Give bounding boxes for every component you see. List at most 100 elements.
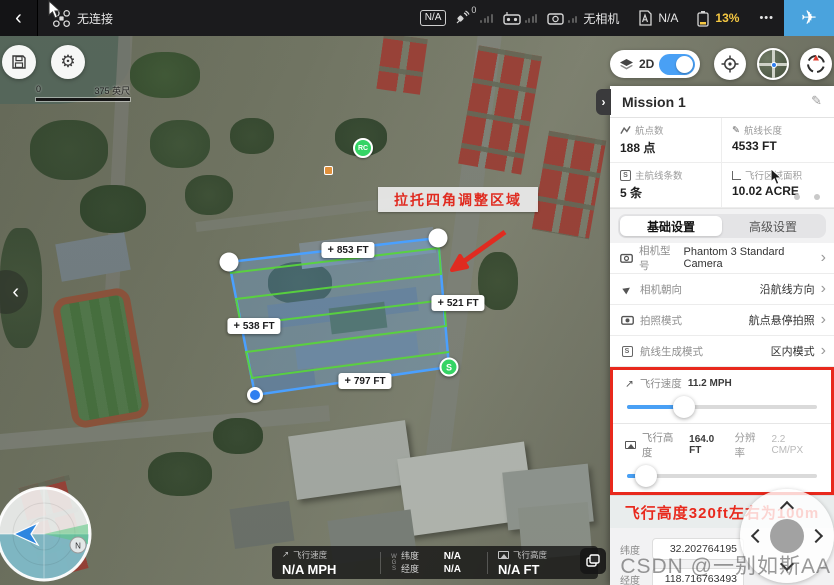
panel-collapse-tab[interactable]: › (596, 89, 611, 115)
lng-value: N/A (433, 563, 461, 576)
poi-marker (324, 166, 333, 175)
telemetry-coords: WGS 纬度 N/A 经度 N/A (381, 546, 487, 579)
save-icon (11, 54, 27, 70)
telemetry-speed: ↗ 飞行速度 N/A MPH (272, 546, 380, 579)
move-icon: + (233, 320, 239, 332)
route-start-marker[interactable]: S (440, 358, 459, 377)
stat-route-length: ✎ 航线长度 4533 FT (722, 118, 834, 163)
wgs-label: WGS (391, 554, 397, 572)
tutorial-annotation-text: 拉托四角调整区域 (394, 190, 522, 210)
remote-controller-icon (503, 11, 521, 25)
more-button[interactable]: ••• (759, 12, 774, 24)
mission-header: › Mission 1 ✎ (610, 86, 834, 118)
minimap-thumbnail-button[interactable] (757, 48, 789, 80)
map-mode-label: 2D (639, 57, 654, 71)
nudge-center-button[interactable] (770, 519, 804, 553)
camera-icon (620, 253, 633, 263)
compass-north-label: N (75, 542, 81, 551)
locate-button[interactable] (714, 48, 746, 80)
nudge-down-icon[interactable] (780, 557, 794, 571)
compass-reset-button[interactable] (800, 48, 832, 80)
move-icon: + (344, 375, 350, 387)
rc-home-marker: RC (353, 138, 373, 158)
setting-row-photo-mode[interactable]: 拍照模式 航点悬停拍照 › (610, 305, 834, 336)
camera-view-button[interactable] (580, 548, 606, 574)
edit-mission-icon[interactable]: ✎ (811, 94, 822, 109)
scale-end: 375 英尺 (94, 84, 130, 97)
nudge-up-icon[interactable] (780, 501, 794, 515)
battery-icon (696, 10, 710, 27)
speed-slider[interactable] (627, 405, 817, 409)
longitude-input[interactable] (652, 568, 744, 585)
nudge-right-icon[interactable] (809, 529, 823, 543)
polygon-corner-handle[interactable] (220, 253, 239, 272)
nudge-left-icon[interactable] (751, 529, 765, 543)
back-icon: ‹ (15, 7, 22, 30)
polygon-corner-handle[interactable] (247, 387, 263, 403)
altitude-label: 飞行高度 (513, 549, 547, 561)
altitude-slider[interactable] (627, 474, 817, 478)
latitude-label: 纬度 (620, 542, 644, 557)
compass-icon (806, 54, 826, 74)
edge-length-label-bottom[interactable]: + 797 FT (338, 373, 391, 389)
setting-row-camera-heading[interactable]: ▶ 相机朝向 沿航线方向 › (610, 274, 834, 305)
photo-mode-icon (621, 315, 634, 325)
layers-icon (586, 554, 600, 568)
mission-stats: 航点数 188 点 ✎ 航线长度 4533 FT S 主航线条数 5 条 (610, 118, 834, 209)
back-button[interactable]: ‹ (0, 0, 38, 36)
route-mode-icon: S (620, 170, 631, 181)
map-mode-pill[interactable]: 2D (610, 50, 700, 78)
altitude-icon (625, 441, 636, 449)
rc-marker-label: RC (358, 145, 368, 152)
mission-title: Mission 1 (622, 94, 686, 110)
lat-label: 纬度 (401, 550, 419, 563)
slider-knob[interactable] (673, 396, 695, 418)
satellite-icon (454, 10, 470, 26)
speed-icon: ↗ (625, 378, 634, 390)
drone-icon (52, 9, 71, 28)
move-icon: + (327, 244, 333, 256)
attitude-compass-widget[interactable]: N (0, 486, 92, 582)
nudge-dpad[interactable] (740, 489, 834, 583)
speed-label: 飞行速度 (293, 549, 327, 561)
map-2d-toggle[interactable] (659, 54, 695, 75)
route-mode-icon: S (622, 346, 633, 357)
app-root: S + 853 FT + 521 FT + 538 FT + 797 FT 拉托… (0, 0, 834, 585)
telemetry-altitude: 飞行高度 N/A FT (488, 546, 557, 579)
takeoff-button[interactable]: ✈ (784, 0, 834, 36)
lat-value: N/A (433, 550, 461, 563)
minimap-image (759, 50, 787, 78)
slider-knob[interactable] (635, 465, 657, 487)
chevron-right-icon: › (821, 281, 826, 297)
scale-bar-line (36, 98, 130, 101)
chevron-right-icon: › (821, 250, 826, 266)
tab-advanced-settings[interactable]: 高级设置 (722, 216, 824, 236)
waypoint-icon (620, 125, 631, 135)
move-icon: + (437, 297, 443, 309)
top-status-bar: ‹ 无连接 N/A 0 无相机 (0, 0, 834, 36)
mode-badge: N/A (420, 10, 447, 26)
edge-length-label-top[interactable]: + 853 FT (321, 242, 374, 258)
gear-icon: ⚙ (60, 52, 75, 72)
edge-length-label-left[interactable]: + 538 FT (227, 318, 280, 334)
tab-basic-settings[interactable]: 基础设置 (620, 216, 722, 236)
altitude-slider-group: 飞行高度 164.0 FT 分辨率 2.2 CM/PX (613, 424, 831, 492)
stat-main-lines: S 主航线条数 5 条 (610, 163, 722, 208)
edge-length-label-right[interactable]: + 521 FT (431, 295, 484, 311)
polygon-corner-handle[interactable] (429, 229, 448, 248)
flight-mode-icon (637, 10, 653, 26)
latitude-input[interactable] (652, 538, 744, 560)
chevron-right-icon: › (602, 95, 606, 109)
area-icon (732, 171, 741, 180)
map-settings-button[interactable]: ⚙ (51, 45, 85, 79)
setting-row-camera-model[interactable]: 相机型号 Phantom 3 Standard Camera › (610, 243, 834, 274)
save-mission-button[interactable] (2, 45, 36, 79)
settings-tabs: 基础设置 高级设置 (618, 214, 826, 238)
layers-icon (619, 58, 634, 71)
longitude-label: 经度 (620, 572, 644, 585)
chevron-right-icon: › (821, 343, 826, 359)
stat-area: 飞行区域面积 10.02 ACRE (722, 163, 834, 208)
stat-value: 188 点 (620, 139, 711, 156)
stat-value: 4533 FT (732, 139, 824, 153)
setting-row-route-mode[interactable]: S 航线生成模式 区内模式 › (610, 336, 834, 367)
